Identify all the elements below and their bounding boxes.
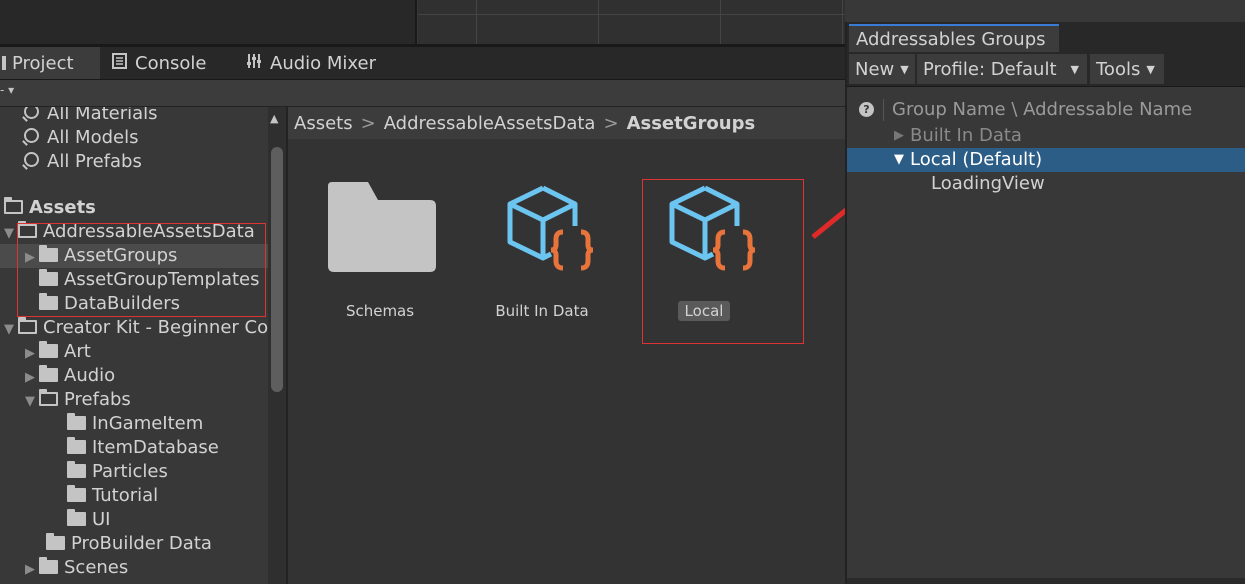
tree-item-tutorial[interactable]: Tutorial bbox=[67, 484, 158, 508]
project-folder-tree: All Materials All Models All Prefabs Ass… bbox=[0, 107, 268, 584]
column-header-label: Group Name \ Addressable Name bbox=[892, 99, 1193, 120]
profile-dropdown[interactable]: Profile: Default ▼ bbox=[917, 54, 1087, 84]
favorite-all-materials[interactable]: All Materials bbox=[24, 107, 158, 126]
asset-built-in-data[interactable] bbox=[505, 184, 597, 278]
scroll-up-arrow-icon[interactable]: ▲ bbox=[270, 112, 278, 125]
scene-grid bbox=[418, 0, 845, 44]
folder-icon bbox=[39, 365, 58, 382]
scene-view-left bbox=[0, 0, 417, 44]
asset-label-built-in-data: Built In Data bbox=[495, 302, 589, 320]
folder-icon bbox=[67, 485, 86, 502]
breadcrumb-assetgroups[interactable]: AssetGroups bbox=[627, 113, 756, 134]
search-icon bbox=[24, 107, 39, 119]
collapsed-arrow-icon[interactable]: ▶ bbox=[25, 366, 39, 390]
addressables-hscrollbar[interactable] bbox=[847, 578, 1245, 584]
collapsed-arrow-icon[interactable]: ▶ bbox=[894, 124, 904, 148]
collapsed-arrow-icon[interactable]: ▶ bbox=[25, 558, 39, 582]
project-toolbar: - ▾ bbox=[0, 80, 845, 107]
folder-icon bbox=[328, 182, 436, 272]
folder-icon bbox=[67, 461, 86, 478]
search-icon bbox=[24, 128, 39, 143]
create-dropdown[interactable]: - ▾ bbox=[0, 83, 14, 97]
new-dropdown-button[interactable]: New ▼ bbox=[849, 54, 915, 84]
search-icon bbox=[24, 152, 39, 167]
expanded-arrow-icon[interactable]: ▼ bbox=[4, 318, 18, 342]
project-tabs-bar: Project Console Audio Mixer bbox=[0, 47, 845, 80]
tab-audio-mixer[interactable]: Audio Mixer bbox=[246, 47, 396, 79]
tree-item-ui[interactable]: UI bbox=[67, 508, 110, 532]
annotation-box-tree bbox=[17, 223, 266, 317]
chevron-down-icon: ▼ bbox=[900, 62, 909, 76]
folder-icon bbox=[39, 557, 58, 574]
help-icon[interactable]: ? bbox=[859, 102, 874, 117]
chevron-down-icon: ▼ bbox=[1070, 62, 1079, 76]
expanded-arrow-icon[interactable]: ▼ bbox=[894, 148, 904, 172]
folder-icon bbox=[39, 341, 58, 358]
group-row-local-default[interactable]: ▼ Local (Default) bbox=[847, 148, 1245, 172]
folder-icon bbox=[67, 413, 86, 430]
audio-mixer-icon bbox=[246, 53, 262, 74]
addressables-column-header: ? Group Name \ Addressable Name bbox=[847, 97, 1245, 123]
folder-open-icon bbox=[4, 197, 23, 214]
tab-console[interactable]: Console bbox=[112, 47, 232, 79]
breadcrumb-separator: > bbox=[603, 112, 619, 134]
tree-item-scenes[interactable]: ▶ Scenes bbox=[25, 556, 128, 580]
tree-scrollbar-thumb[interactable] bbox=[271, 147, 283, 392]
collapsed-arrow-icon[interactable]: ▶ bbox=[25, 342, 39, 366]
breadcrumb: Assets > AddressableAssetsData > AssetGr… bbox=[288, 107, 845, 139]
tab-project[interactable]: Project bbox=[0, 47, 100, 79]
annotation-box-local bbox=[642, 179, 804, 344]
favorite-all-prefabs[interactable]: All Prefabs bbox=[24, 150, 142, 174]
tree-item-prefabs[interactable]: ▼ Prefabs bbox=[25, 388, 131, 412]
tree-item-art[interactable]: ▶ Art bbox=[25, 340, 91, 364]
folder-open-icon bbox=[39, 389, 58, 406]
asset-schemas[interactable] bbox=[328, 182, 436, 276]
console-icon bbox=[112, 52, 127, 74]
group-row-built-in-data[interactable]: ▶ Built In Data bbox=[847, 124, 1245, 148]
folder-icon bbox=[46, 533, 65, 550]
favorite-all-models[interactable]: All Models bbox=[24, 126, 138, 150]
assets-root[interactable]: Assets bbox=[4, 196, 96, 220]
tools-dropdown-button[interactable]: Tools ▼ bbox=[1090, 54, 1164, 84]
tree-item-creator-kit[interactable]: ▼ Creator Kit - Beginner Co bbox=[4, 316, 268, 340]
expanded-arrow-icon[interactable]: ▼ bbox=[4, 222, 18, 246]
folder-open-icon bbox=[18, 317, 37, 334]
tree-item-ingameitem[interactable]: InGameItem bbox=[67, 412, 203, 436]
asset-label-schemas: Schemas bbox=[345, 302, 415, 320]
expanded-arrow-icon[interactable]: ▼ bbox=[25, 390, 39, 414]
tree-item-probuilder-data[interactable]: ProBuilder Data bbox=[46, 532, 212, 556]
breadcrumb-assets[interactable]: Assets bbox=[294, 113, 353, 134]
breadcrumb-addressableassetsdata[interactable]: AddressableAssetsData bbox=[384, 113, 596, 134]
breadcrumb-separator: > bbox=[360, 112, 376, 134]
folder-icon bbox=[67, 509, 86, 526]
tree-item-audio[interactable]: ▶ Audio bbox=[25, 364, 115, 388]
folder-icon bbox=[67, 437, 86, 454]
project-icon bbox=[2, 56, 6, 70]
chevron-down-icon: ▼ bbox=[1146, 62, 1155, 76]
tab-addressables-groups[interactable]: Addressables Groups bbox=[849, 24, 1059, 52]
asset-group-icon bbox=[507, 185, 594, 271]
tree-item-itemdatabase[interactable]: ItemDatabase bbox=[67, 436, 219, 460]
entry-row-loadingview[interactable]: LoadingView bbox=[847, 172, 1245, 196]
tree-item-particles[interactable]: Particles bbox=[67, 460, 168, 484]
header-divider bbox=[883, 99, 884, 121]
